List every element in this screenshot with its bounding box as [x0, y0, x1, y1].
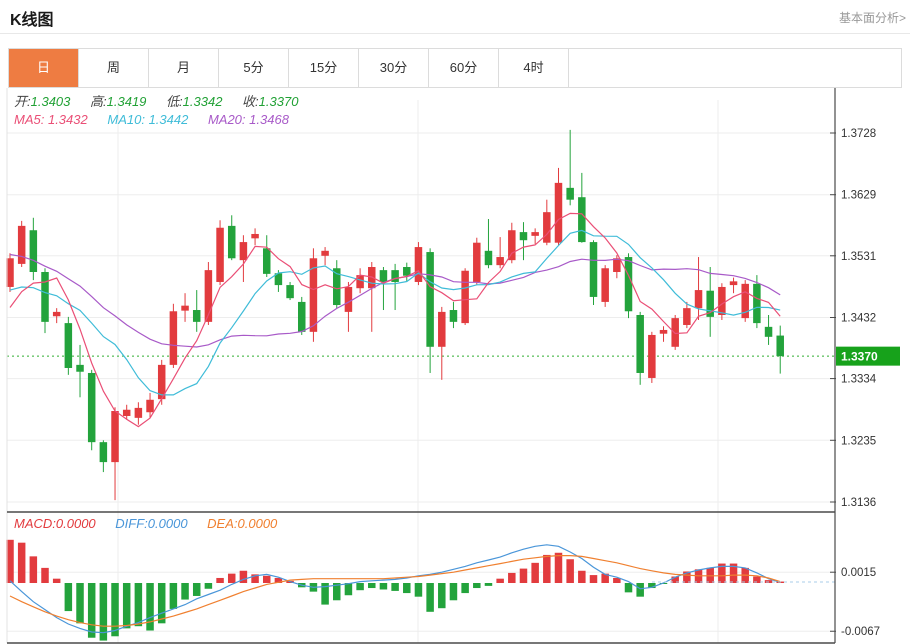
candle	[461, 271, 469, 323]
close-value: 1.3370	[259, 94, 299, 109]
candle	[625, 257, 633, 311]
candle	[415, 247, 423, 282]
macd-readout: MACD:0.0000 DIFF:0.0000 DEA:0.0000	[14, 516, 293, 531]
candle	[730, 281, 738, 285]
candle	[321, 251, 329, 256]
open-value: 1.3403	[31, 94, 71, 109]
dea-value: 0.0000	[238, 516, 278, 531]
candle	[76, 365, 84, 372]
candle	[18, 226, 26, 264]
candle	[100, 442, 108, 462]
candle	[228, 226, 236, 258]
candle	[508, 230, 516, 260]
open-label: 开:	[14, 94, 31, 109]
ma10-line	[10, 230, 780, 395]
candle	[555, 183, 563, 243]
candle	[543, 212, 551, 243]
macd-label: MACD:	[14, 516, 56, 531]
candle	[671, 318, 679, 347]
candle	[438, 312, 446, 347]
candle	[251, 234, 259, 238]
candle	[123, 410, 131, 416]
candle	[298, 302, 306, 332]
ma10-value: 1.3442	[149, 112, 189, 127]
candle	[403, 267, 411, 276]
candle	[135, 408, 143, 418]
macd-value: 0.0000	[56, 516, 96, 531]
candle	[345, 287, 353, 312]
candle	[88, 373, 96, 442]
candle	[380, 270, 388, 282]
candle	[613, 258, 621, 272]
candle	[753, 284, 761, 323]
ohlc-readout: 开:1.3403 高:1.3419 低:1.3342 收:1.3370	[14, 91, 314, 110]
diff-label: DIFF:	[115, 516, 148, 531]
candle	[53, 312, 61, 316]
candle	[286, 285, 294, 298]
candle	[41, 272, 49, 322]
candle	[776, 336, 784, 357]
high-label: 高:	[90, 94, 107, 109]
high-value: 1.3419	[107, 94, 147, 109]
candle	[170, 311, 178, 365]
candle	[648, 335, 656, 378]
svg-text:1.3235: 1.3235	[841, 435, 876, 447]
candle	[765, 327, 773, 337]
kline-page: K线图 基本面分析> 日周月5分15分30分60分4时 1.37281.3629…	[0, 0, 910, 644]
candle	[566, 188, 574, 200]
candle	[683, 308, 691, 325]
candle	[578, 197, 586, 242]
candle	[30, 230, 38, 272]
candle	[601, 268, 609, 302]
ma5-label: MA5:	[14, 112, 44, 127]
candles	[6, 130, 784, 500]
candle	[240, 242, 248, 260]
svg-text:1.3136: 1.3136	[841, 497, 876, 509]
candle	[263, 248, 271, 274]
candle	[718, 287, 726, 315]
gridlines	[7, 100, 835, 643]
candle	[426, 252, 434, 347]
candle	[65, 323, 73, 368]
candle	[146, 400, 154, 412]
candle	[636, 315, 644, 373]
svg-text:-0.0067: -0.0067	[841, 626, 880, 638]
svg-text:1.3629: 1.3629	[841, 190, 876, 202]
candle	[450, 310, 458, 322]
ma20-label: MA20:	[208, 112, 246, 127]
low-label: 低:	[166, 94, 183, 109]
candle	[473, 243, 481, 282]
candle	[216, 228, 224, 282]
dea-label: DEA:	[207, 516, 237, 531]
ma5-value: 1.3432	[48, 112, 88, 127]
low-value: 1.3342	[183, 94, 223, 109]
ma-readout: MA5: 1.3432 MA10: 1.3442 MA20: 1.3468	[14, 112, 305, 127]
svg-text:1.3432: 1.3432	[841, 313, 876, 325]
svg-text:1.3531: 1.3531	[841, 251, 876, 263]
close-label: 收:	[242, 94, 259, 109]
svg-text:1.3334: 1.3334	[841, 374, 877, 386]
candle	[496, 257, 504, 265]
candle	[181, 306, 189, 311]
candle	[660, 330, 668, 334]
candle	[590, 242, 598, 297]
svg-text:1.3728: 1.3728	[841, 128, 876, 140]
y-axis: 1.3728 1.3629 1.3531 1.3432 1.3334 1.3235 1.31…	[830, 128, 880, 638]
candle	[520, 232, 528, 240]
candle	[193, 310, 201, 322]
ma5-line	[10, 213, 780, 426]
price-badge: 1.3370	[836, 347, 900, 366]
svg-text:0.0015: 0.0015	[841, 567, 876, 579]
diff-value: 0.0000	[148, 516, 188, 531]
ma10-label: MA10:	[107, 112, 145, 127]
ma20-value: 1.3468	[249, 112, 289, 127]
candle	[111, 411, 119, 462]
candle	[531, 232, 539, 236]
candle	[695, 290, 703, 308]
candle	[485, 251, 493, 265]
svg-text:1.3370: 1.3370	[841, 350, 878, 364]
